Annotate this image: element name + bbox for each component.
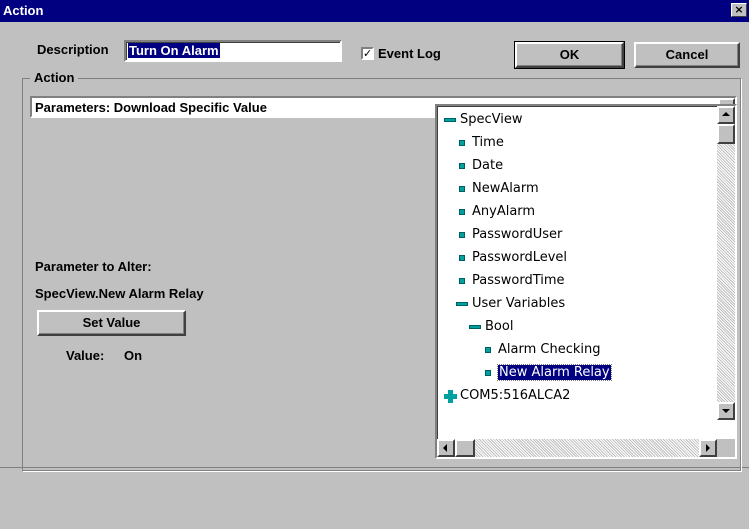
tree-node-label: COM5:516ALCA2 bbox=[460, 388, 571, 403]
tree-node-label: New Alarm Relay bbox=[497, 364, 612, 381]
value-label: Value: bbox=[66, 348, 105, 363]
minus-icon bbox=[469, 325, 481, 329]
leaf-icon bbox=[459, 186, 465, 192]
leaf-icon bbox=[459, 232, 465, 238]
tree-node-label: PasswordLevel bbox=[472, 250, 568, 265]
scroll-down-icon[interactable] bbox=[717, 402, 735, 420]
scroll-left-icon[interactable] bbox=[437, 439, 455, 457]
action-combo-value: Parameters: Download Specific Value bbox=[35, 100, 267, 115]
tree-node-label: AnyAlarm bbox=[472, 204, 536, 219]
plus-icon bbox=[444, 390, 457, 403]
set-value-button[interactable]: Set Value bbox=[37, 310, 186, 336]
window-title: Action bbox=[3, 3, 44, 18]
vertical-scrollbar[interactable] bbox=[717, 106, 735, 420]
minus-icon bbox=[456, 302, 468, 306]
horizontal-scroll-thumb[interactable] bbox=[455, 439, 475, 457]
tree-node-label: Time bbox=[472, 135, 504, 150]
leaf-icon bbox=[459, 255, 465, 261]
tree-node-label: Alarm Checking bbox=[498, 342, 601, 357]
tree-node-label: PasswordUser bbox=[472, 227, 563, 242]
ok-button[interactable]: OK bbox=[514, 41, 625, 69]
event-log-label: Event Log bbox=[378, 46, 441, 61]
title-bar: Action × bbox=[0, 0, 749, 22]
scrollbar-corner bbox=[717, 439, 735, 457]
close-icon[interactable]: × bbox=[731, 3, 747, 17]
tree-node-label: PasswordTime bbox=[472, 273, 565, 288]
description-label: Description bbox=[37, 42, 109, 57]
parameter-label: Parameter to Alter: bbox=[35, 259, 152, 274]
leaf-icon bbox=[459, 140, 465, 146]
tree-node-label: SpecView bbox=[460, 112, 523, 127]
leaf-icon bbox=[485, 370, 491, 376]
leaf-icon bbox=[459, 209, 465, 215]
leaf-icon bbox=[459, 163, 465, 169]
tree-node-label: NewAlarm bbox=[472, 181, 539, 196]
leaf-icon bbox=[485, 347, 491, 353]
leaf-icon bbox=[459, 278, 465, 284]
horizontal-scrollbar[interactable] bbox=[437, 439, 717, 457]
vertical-scroll-thumb[interactable] bbox=[717, 124, 735, 144]
scroll-up-icon[interactable] bbox=[717, 106, 735, 124]
tree-node-label: Date bbox=[472, 158, 504, 173]
event-log-checkbox[interactable]: ✓ bbox=[361, 47, 374, 60]
cancel-button[interactable]: Cancel bbox=[634, 42, 740, 68]
scroll-right-icon[interactable] bbox=[699, 439, 717, 457]
value-text: On bbox=[124, 348, 143, 363]
minus-icon bbox=[444, 118, 456, 122]
variable-tree[interactable]: SpecView Time Date NewAlarm AnyAlarm Password… bbox=[435, 104, 737, 459]
tree-node-label: User Variables bbox=[472, 296, 566, 311]
parameter-path: SpecView.New Alarm Relay bbox=[35, 286, 204, 301]
description-input[interactable]: Turn On Alarm bbox=[124, 40, 342, 62]
action-group-label: Action bbox=[30, 70, 79, 85]
tree-node-label: Bool bbox=[485, 319, 514, 334]
description-value: Turn On Alarm bbox=[128, 43, 220, 58]
